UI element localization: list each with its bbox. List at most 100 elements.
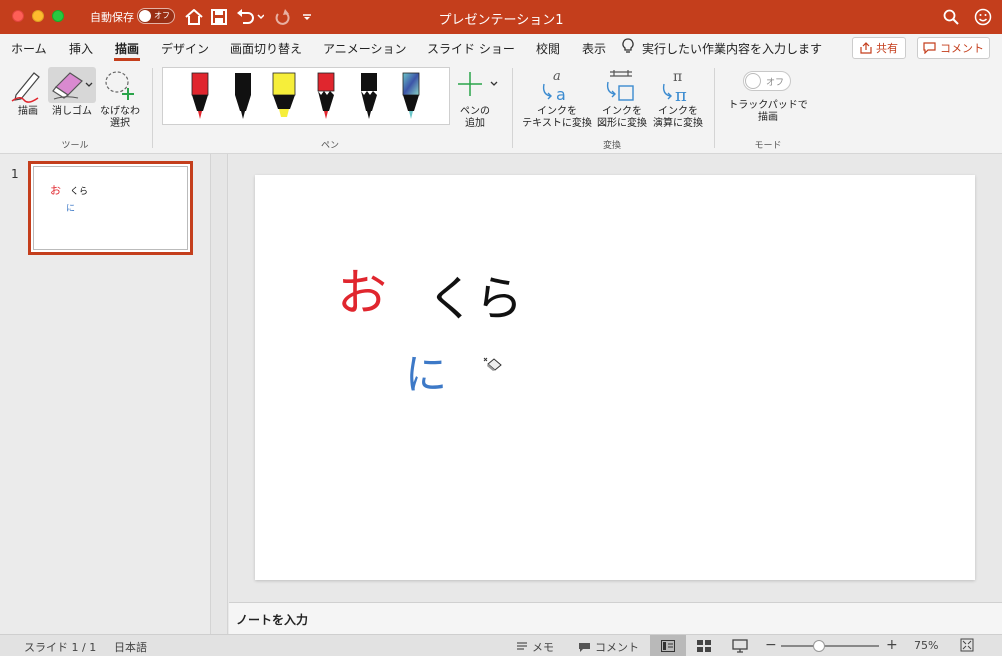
share-button[interactable]: 共有 [852, 37, 906, 59]
pane-splitter[interactable] [210, 154, 228, 634]
notes-toggle-label: メモ [532, 641, 554, 654]
tab-transitions[interactable]: 画面切り替え [230, 40, 302, 57]
ink-to-text-icon: a a [542, 69, 566, 104]
zoom-out-button[interactable]: − [765, 637, 777, 653]
add-icon [458, 72, 498, 96]
active-tab-indicator [114, 58, 140, 61]
ink-to-math-label: インクを 演算に変換 [653, 106, 703, 129]
slide-canvas[interactable]: お くら に [255, 175, 975, 580]
draw-tool-label: 描画 [18, 106, 38, 117]
comment-icon [923, 42, 936, 54]
tab-slideshow[interactable]: スライド ショー [427, 40, 515, 57]
svg-text:a: a [556, 85, 566, 104]
share-label: 共有 [876, 42, 898, 55]
mode-group-label: モード [754, 141, 782, 151]
thumb-ink-o: お [50, 184, 61, 197]
trackpad-toggle-state: オフ [766, 78, 785, 88]
ink-stroke-o[interactable]: お [337, 253, 387, 325]
slide-thumbnail[interactable]: お くら に [28, 161, 193, 255]
comment-label: コメント [940, 42, 984, 55]
pen-galaxy[interactable] [400, 71, 422, 126]
trackpad-draw-label: トラックパッドで 描画 [728, 100, 808, 123]
tab-insert[interactable]: 挿入 [69, 40, 93, 57]
tab-review[interactable]: 校閲 [536, 40, 560, 57]
ink-to-text-button[interactable]: a a [540, 68, 574, 106]
search-icon[interactable] [942, 7, 960, 27]
zoom-slider[interactable] [781, 645, 879, 647]
presentation-icon [732, 638, 748, 653]
ribbon-separator [152, 68, 153, 148]
tools-group-label: ツール [61, 141, 89, 151]
slide-number: 1 [11, 167, 19, 181]
tab-animations[interactable]: アニメーション [323, 40, 407, 57]
zoom-in-button[interactable]: + [886, 637, 898, 653]
notes-icon [517, 642, 527, 650]
ink-stroke-kura[interactable]: くら [427, 259, 523, 329]
feedback-smiley-icon[interactable] [973, 7, 993, 27]
comments-button[interactable]: コメント [917, 37, 990, 59]
add-pen-button[interactable] [456, 70, 500, 98]
fit-to-window-button[interactable] [960, 638, 974, 655]
pen-black[interactable] [232, 71, 254, 126]
ribbon-separator [714, 68, 715, 148]
pen-gallery [162, 67, 450, 125]
convert-group-label: 変換 [602, 141, 621, 151]
draw-tool-button[interactable] [10, 67, 46, 105]
eraser-icon [52, 72, 93, 100]
grid-icon [697, 639, 711, 652]
pencil-icon [11, 72, 40, 103]
ink-to-shape-button[interactable] [604, 68, 638, 106]
notes-toggle-button[interactable]: メモ [516, 639, 554, 655]
ribbon-separator [512, 68, 513, 148]
share-icon [860, 42, 872, 54]
comments-toggle-label: コメント [595, 641, 639, 654]
slideshow-view-button[interactable] [722, 635, 758, 656]
pen-red-pencil[interactable] [315, 71, 337, 126]
notes-placeholder: ノートを入力 [236, 613, 309, 627]
slide-count: スライド 1 / 1 [24, 641, 97, 654]
status-bar: スライド 1 / 1 日本語 メモ コメント − + 75% [0, 634, 1002, 656]
comments-toggle-button[interactable]: コメント [578, 639, 639, 655]
document-title: プレゼンテーション1 [438, 13, 564, 28]
thumb-ink-kura: くら [70, 187, 89, 197]
pen-red[interactable] [189, 71, 211, 126]
add-pen-label: ペンの 追加 [460, 106, 490, 129]
tab-draw[interactable]: 描画 [115, 40, 139, 57]
ink-stroke-ni[interactable]: に [405, 341, 447, 402]
tab-view[interactable]: 表示 [582, 40, 606, 57]
lightbulb-icon [622, 38, 634, 57]
toggle-knob [745, 73, 761, 89]
tell-me-search[interactable]: 実行したい作業内容を入力します [642, 40, 822, 57]
lasso-select-button[interactable] [102, 68, 138, 104]
svg-text:a: a [553, 69, 561, 84]
lasso-icon [105, 71, 134, 100]
ink-to-text-label: インクを テキストに変換 [522, 106, 592, 129]
thumb-ink-ni: に [66, 204, 76, 214]
ink-to-shape-label: インクを 図形に変換 [597, 106, 647, 129]
slide-thumbnail-preview: お くら に [33, 166, 188, 250]
lasso-select-label: なげなわ 選択 [100, 106, 140, 129]
zoom-level[interactable]: 75% [914, 639, 938, 652]
eraser-tool-button[interactable] [48, 67, 96, 103]
ink-to-math-icon: π π [662, 69, 687, 106]
slide-sorter-view-button[interactable] [686, 635, 722, 656]
svg-text:π: π [675, 85, 687, 106]
tab-design[interactable]: デザイン [161, 40, 209, 57]
highlighter-yellow[interactable] [270, 71, 298, 126]
normal-view-button[interactable] [650, 635, 686, 656]
normal-view-icon [661, 639, 675, 652]
title-bar: 自動保存 オフ プレゼンテーション1 [0, 0, 1002, 34]
eraser-cursor-icon [481, 355, 505, 376]
draw-ribbon: 描画 消しゴム なげなわ 選択 ツール ペンの 追加 ペン a a インクを テ… [0, 62, 1002, 154]
ink-to-math-button[interactable]: π π [660, 68, 694, 106]
zoom-slider-thumb[interactable] [813, 640, 825, 652]
fit-window-icon [960, 638, 974, 652]
trackpad-draw-toggle[interactable]: オフ [743, 71, 791, 91]
tab-home[interactable]: ホーム [11, 40, 47, 57]
pens-group-label: ペン [320, 141, 339, 151]
notes-pane[interactable]: ノートを入力 [229, 602, 1002, 634]
svg-text:π: π [673, 69, 682, 85]
language-indicator[interactable]: 日本語 [114, 639, 147, 655]
eraser-tool-label: 消しゴム [52, 106, 92, 117]
pen-black-pencil[interactable] [358, 71, 380, 126]
